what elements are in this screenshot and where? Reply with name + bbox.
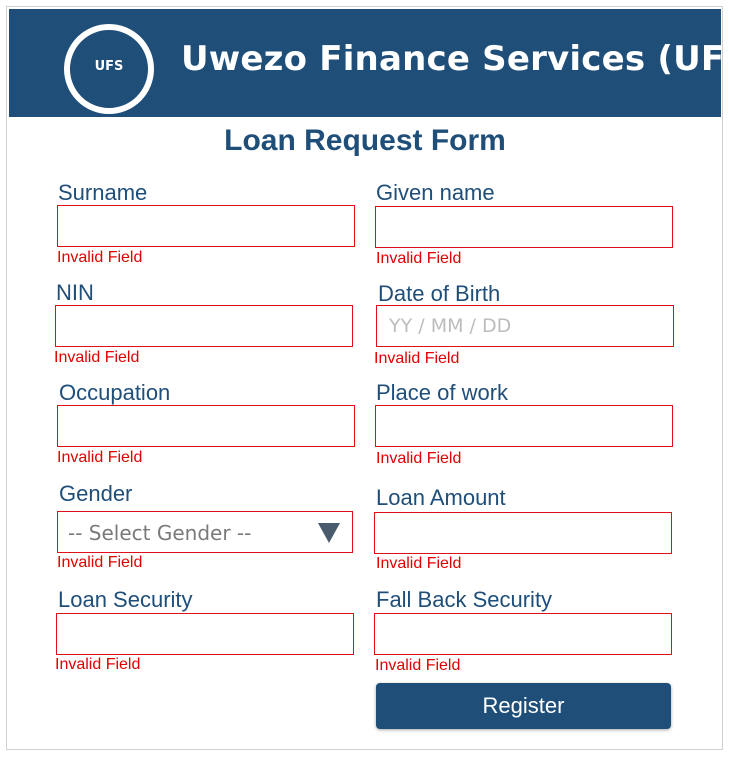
occupation-input[interactable] [57,405,355,447]
fallback-security-input[interactable] [374,613,672,655]
nin-label: NIN [56,280,94,305]
triangle-down-icon[interactable] [318,523,340,543]
given-name-input[interactable] [375,206,673,248]
loan-security-label: Loan Security [58,587,193,612]
given-name-label: Given name [376,180,495,205]
fallback-security-error: Invalid Field [375,657,461,674]
loan-security-error: Invalid Field [55,656,141,673]
gender-select[interactable]: -- Select Gender -- [57,511,353,553]
loan-amount-label: Loan Amount [376,485,506,510]
dob-label: Date of Birth [378,281,501,306]
register-button[interactable]: Register [376,683,671,729]
place-of-work-input[interactable] [375,405,673,447]
loan-amount-error: Invalid Field [376,555,462,572]
gender-select-value: -- Select Gender -- [68,521,252,545]
ufs-logo: UFS [64,24,154,114]
nin-error: Invalid Field [54,349,140,366]
gender-label: Gender [59,481,133,506]
occupation-error: Invalid Field [57,449,143,466]
app-header: UFS Uwezo Finance Services (UFS) [9,9,730,117]
dob-error: Invalid Field [374,350,460,367]
place-of-work-error: Invalid Field [376,450,462,467]
occupation-label: Occupation [59,380,171,405]
gender-error: Invalid Field [57,554,143,571]
app-title: Uwezo Finance Services (UFS) [181,39,730,79]
loan-amount-input[interactable] [374,512,672,554]
surname-label: Surname [58,180,148,205]
given-name-error: Invalid Field [376,250,462,267]
surname-error: Invalid Field [57,249,143,266]
surname-input[interactable] [57,205,355,247]
nin-input[interactable] [55,305,353,347]
form-title: Loan Request Form [224,124,506,157]
place-of-work-label: Place of work [376,380,509,405]
fallback-security-label: Fall Back Security [376,587,553,612]
dob-input[interactable] [376,305,674,347]
loan-security-input[interactable] [56,613,354,655]
logo-text: UFS [94,59,124,74]
